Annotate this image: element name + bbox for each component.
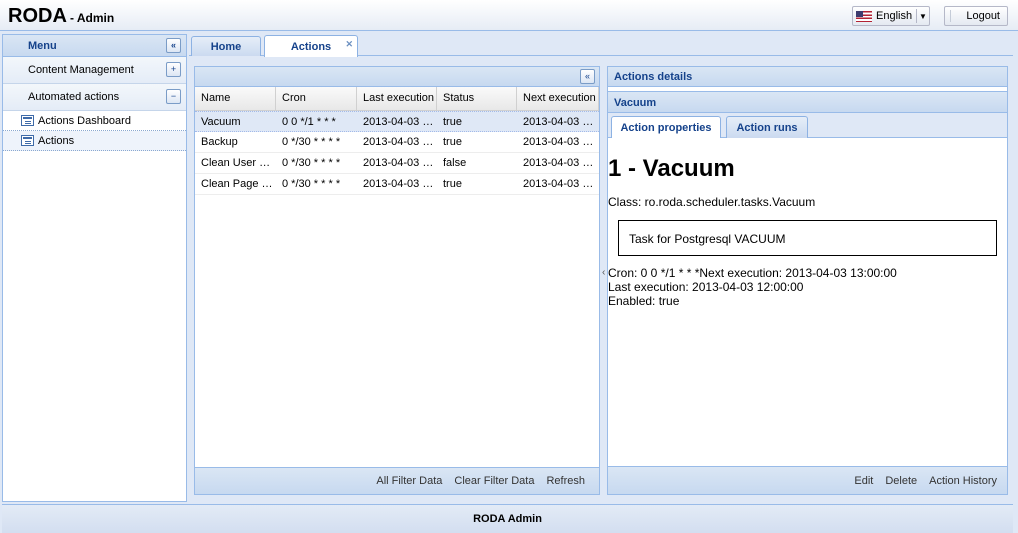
close-icon[interactable]: ✕ [345,39,353,50]
cell-name: Vacuum [201,116,241,128]
cell-last-execution: 2013-04-03 12:00:00 [363,157,437,169]
tab-action-runs[interactable]: Action runs [726,116,808,138]
table-row[interactable]: Backup 0 */30 * * * * 2013-04-03 12:00:0… [195,132,599,153]
splitter-handle-icon[interactable]: ‹ [602,267,605,278]
cell-last-execution: 2013-04-03 12:00:00 [363,116,437,128]
table-row[interactable]: Clean User Sessions 0 */30 * * * * 2013-… [195,153,599,174]
logout-button[interactable]: Logout [944,6,1008,26]
grid-toolbar: « [195,67,599,87]
all-filter-data-button[interactable]: All Filter Data [370,475,448,487]
collapse-icon[interactable]: − [166,89,181,104]
table-row[interactable]: Vacuum 0 0 */1 * * * 2013-04-03 12:00:00… [195,111,599,132]
cell-cron: 0 */30 * * * * [282,178,341,190]
list-icon [21,115,34,126]
sidebar-header: Menu « [3,35,186,57]
tab-label: Actions [290,40,332,53]
language-selector[interactable]: English ▼ [852,6,930,26]
column-header-last-execution[interactable]: Last execution [357,87,437,110]
cell-name: Clean User Sessions [201,157,276,169]
cell-status: true [443,116,462,128]
sidebar-item-label: Actions [38,134,75,147]
action-last-execution: Last execution: 2013-04-03 12:00:00 [608,280,804,294]
column-header-name[interactable]: Name [195,87,276,110]
grid-bottom-toolbar: All Filter Data Clear Filter Data Refres… [195,467,599,494]
grid-header: Name Cron Last execution Status Next exe… [195,87,599,111]
app-name: RODA [8,5,67,27]
app-suffix: - Admin [69,11,115,25]
cell-cron: 0 */30 * * * * [282,157,341,169]
main-content: « Name Cron Last execution Status Next e… [189,57,1013,502]
sidebar-item-label: Actions Dashboard [38,114,131,127]
cell-last-execution: 2013-04-03 12:00:00 [363,178,437,190]
details-bottom-toolbar: Edit Delete Action History [608,466,1007,494]
app-header: RODA - Admin English ▼ Logout [0,0,1018,31]
footer-label: RODA Admin [473,513,542,525]
edit-button[interactable]: Edit [848,475,879,487]
details-sub-title: Vacuum [608,91,1007,113]
expand-icon[interactable]: + [166,62,181,77]
column-header-status[interactable]: Status [437,87,517,110]
language-label: English [876,10,913,22]
cell-status: true [443,136,462,148]
column-header-next-execution[interactable]: Next execution [517,87,599,110]
tab-action-properties[interactable]: Action properties [611,116,721,138]
details-content: 1 - Vacuum Class: ro.roda.scheduler.task… [608,156,1007,308]
section-content-management[interactable]: Content Management + [3,57,186,84]
cell-next-execution: 2013-04-03 12:30:00 [523,157,599,169]
section-automated-actions[interactable]: Automated actions − [3,84,186,111]
details-panel-title: Actions details [608,67,1007,87]
cell-name: Backup [201,136,238,148]
clear-filter-data-button[interactable]: Clear Filter Data [448,475,540,487]
action-cron: Cron: 0 0 */1 * * *Next execution: 2013-… [608,266,897,280]
action-details-panel: Actions details Vacuum Action properties… [607,66,1008,495]
table-row[interactable]: Clean Page Cache 0 */30 * * * * 2013-04-… [195,174,599,195]
action-description: Task for Postgresql VACUUM [618,220,997,256]
details-tabbar: Action properties Action runs [608,113,1007,138]
cell-last-execution: 2013-04-03 12:00:00 [363,136,437,148]
cell-status: true [443,178,462,190]
collapse-left-icon[interactable]: « [166,38,181,53]
caret-down-icon[interactable]: ▼ [917,12,929,21]
sidebar-title: Menu [28,39,57,52]
tab-home[interactable]: Home [191,36,261,56]
collapse-left-icon[interactable]: « [580,69,595,84]
main-tabbar: Home Actions ✕ [189,34,1013,57]
cell-next-execution: 2013-04-03 12:30:00 [523,178,599,190]
sidebar-item-actions-dashboard[interactable]: Actions Dashboard [3,111,186,131]
action-enabled: Enabled: true [608,294,680,308]
action-history-button[interactable]: Action History [923,475,1003,487]
action-heading: 1 - Vacuum [608,155,735,182]
cell-status: false [443,157,467,169]
delete-button[interactable]: Delete [879,475,923,487]
cell-cron: 0 */30 * * * * [282,136,341,148]
sidebar-item-actions[interactable]: Actions [3,131,186,151]
action-class: Class: ro.roda.scheduler.tasks.Vacuum [608,195,816,209]
column-header-cron[interactable]: Cron [276,87,357,110]
cell-name: Clean Page Cache [201,178,276,190]
app-footer: RODA Admin [2,504,1013,533]
list-icon [21,135,34,146]
app-brand: RODA - Admin [8,5,114,28]
tab-actions[interactable]: Actions ✕ [264,35,358,57]
cell-next-execution: 2013-04-03 13:00:00 [523,116,599,128]
sidebar: Menu « Content Management + Automated ac… [2,34,187,502]
us-flag-icon [856,10,872,22]
refresh-button[interactable]: Refresh [540,475,591,487]
tab-label: Home [210,40,242,53]
actions-grid-panel: « Name Cron Last execution Status Next e… [194,66,600,495]
cell-cron: 0 0 */1 * * * [282,116,336,128]
section-label: Automated actions [28,91,120,103]
section-label: Content Management [28,64,134,76]
cell-next-execution: 2013-04-03 12:30:00 [523,136,599,148]
